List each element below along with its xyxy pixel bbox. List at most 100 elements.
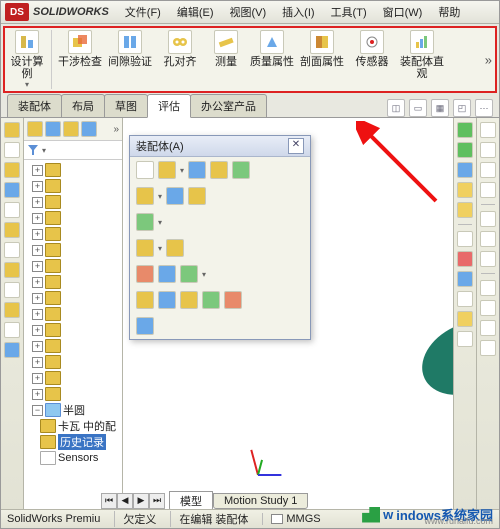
tab-sketch[interactable]: 草图 xyxy=(104,94,148,117)
tree-node[interactable]: + xyxy=(26,194,120,210)
rt2-rotate-icon[interactable] xyxy=(480,162,496,178)
ribbon-clearance[interactable]: 间隙验证 xyxy=(108,30,152,68)
view-tool-3[interactable]: ▦ xyxy=(431,99,449,117)
lt-icon-5[interactable] xyxy=(4,202,20,218)
ribbon-design-study[interactable]: 设计算例 ▾ xyxy=(9,30,45,89)
collapse-icon[interactable]: − xyxy=(32,405,43,416)
tab-layout[interactable]: 布局 xyxy=(61,94,105,117)
rt2-icon-5[interactable] xyxy=(480,211,496,227)
feature-tree[interactable]: + + + + + + + + + + + + + + + −半圆 卡瓦 中的配… xyxy=(24,160,122,519)
menu-view[interactable]: 视图(V) xyxy=(224,2,273,22)
lt-icon-7[interactable] xyxy=(4,242,20,258)
p-icon-17[interactable] xyxy=(180,291,198,309)
tab-assembly[interactable]: 装配体 xyxy=(7,94,62,117)
view-tool-5[interactable]: ⋯ xyxy=(475,99,493,117)
menu-help[interactable]: 帮助 xyxy=(432,2,466,22)
clip-icon[interactable] xyxy=(136,161,154,179)
doc-tab-motion[interactable]: Motion Study 1 xyxy=(213,493,308,509)
tree-node[interactable]: + xyxy=(26,354,120,370)
tree-node[interactable]: + xyxy=(26,242,120,258)
p-icon-3[interactable] xyxy=(188,161,206,179)
rt1-icon-6[interactable] xyxy=(457,231,473,247)
close-icon[interactable]: ✕ xyxy=(288,138,304,154)
rt1-icon-2[interactable] xyxy=(457,142,473,158)
expand-icon[interactable]: + xyxy=(32,261,43,272)
filter-icon[interactable] xyxy=(28,145,38,155)
chevron-right-icon[interactable]: » xyxy=(113,124,119,135)
p-icon-20[interactable] xyxy=(136,317,154,335)
tree-node[interactable]: + xyxy=(26,306,120,322)
p-icon-5[interactable] xyxy=(232,161,250,179)
rt1-icon-10[interactable] xyxy=(457,311,473,327)
lt-icon-1[interactable] xyxy=(4,122,20,138)
expand-icon[interactable]: + xyxy=(32,357,43,368)
rt2-pan-icon[interactable] xyxy=(480,182,496,198)
p-icon-7[interactable] xyxy=(166,187,184,205)
rt2-zoom-fit-icon[interactable] xyxy=(480,122,496,138)
tree-node[interactable]: 卡瓦 中的配 xyxy=(26,418,120,434)
lt-icon-11[interactable] xyxy=(4,322,20,338)
menu-file[interactable]: 文件(F) xyxy=(119,2,167,22)
p-icon-19[interactable] xyxy=(224,291,242,309)
tree-tab-prop-icon[interactable] xyxy=(45,121,61,137)
tree-node[interactable]: + xyxy=(26,226,120,242)
rt1-icon-1[interactable] xyxy=(457,122,473,138)
expand-icon[interactable]: + xyxy=(32,213,43,224)
tree-node[interactable]: −半圆 xyxy=(26,402,120,418)
p-icon-10[interactable] xyxy=(136,239,154,257)
rt2-icon-6[interactable] xyxy=(480,231,496,247)
view-tool-2[interactable]: ▭ xyxy=(409,99,427,117)
menu-tools[interactable]: 工具(T) xyxy=(325,2,373,22)
tree-node[interactable]: + xyxy=(26,274,120,290)
menu-insert[interactable]: 插入(I) xyxy=(276,2,320,22)
tree-node[interactable]: + xyxy=(26,370,120,386)
p-icon-13[interactable] xyxy=(158,265,176,283)
p-icon-6[interactable] xyxy=(136,187,154,205)
tree-node[interactable]: + xyxy=(26,162,120,178)
rt1-icon-4[interactable] xyxy=(457,182,473,198)
lt-icon-4[interactable] xyxy=(4,182,20,198)
tree-tab-config-icon[interactable] xyxy=(63,121,79,137)
tree-node-sensors[interactable]: Sensors xyxy=(26,450,120,466)
lt-icon-12[interactable] xyxy=(4,342,20,358)
lt-icon-10[interactable] xyxy=(4,302,20,318)
rt2-zoom-area-icon[interactable] xyxy=(480,142,496,158)
p-icon-9[interactable] xyxy=(136,213,154,231)
rt2-icon-9[interactable] xyxy=(480,300,496,316)
expand-icon[interactable]: + xyxy=(32,389,43,400)
expand-icon[interactable]: + xyxy=(32,245,43,256)
tab-evaluate[interactable]: 评估 xyxy=(147,94,191,118)
view-tool-1[interactable]: ◫ xyxy=(387,99,405,117)
scroll-prev-icon[interactable]: ◀ xyxy=(117,493,133,509)
tree-node[interactable]: + xyxy=(26,322,120,338)
tree-node[interactable]: + xyxy=(26,178,120,194)
rt1-icon-3[interactable] xyxy=(457,162,473,178)
lt-icon-6[interactable] xyxy=(4,222,20,238)
rt2-icon-11[interactable] xyxy=(480,340,496,356)
expand-icon[interactable]: + xyxy=(32,309,43,320)
lt-icon-3[interactable] xyxy=(4,162,20,178)
ribbon-interference[interactable]: 干涉检查 xyxy=(58,30,102,68)
lt-icon-8[interactable] xyxy=(4,262,20,278)
assembly-popup-toolbar[interactable]: 装配体(A) ✕ ▾ ▾ ▾ ▾ ▾ xyxy=(129,135,311,340)
ribbon-section-props[interactable]: 剖面属性 xyxy=(300,30,344,68)
scroll-last-icon[interactable]: ⏭ xyxy=(149,493,165,509)
p-icon-15[interactable] xyxy=(136,291,154,309)
scroll-first-icon[interactable]: ⏮ xyxy=(101,493,117,509)
expand-icon[interactable]: + xyxy=(32,341,43,352)
p-icon-12[interactable] xyxy=(136,265,154,283)
lt-icon-9[interactable] xyxy=(4,282,20,298)
tree-node[interactable]: + xyxy=(26,338,120,354)
menu-window[interactable]: 窗口(W) xyxy=(377,2,429,22)
lt-icon-2[interactable] xyxy=(4,142,20,158)
ribbon-sensors[interactable]: 传感器 xyxy=(350,30,394,68)
tree-node[interactable]: + xyxy=(26,258,120,274)
rt1-icon-7[interactable] xyxy=(457,251,473,267)
tab-office[interactable]: 办公室产品 xyxy=(190,94,267,117)
menu-edit[interactable]: 编辑(E) xyxy=(171,2,220,22)
view-tool-4[interactable]: ◰ xyxy=(453,99,471,117)
rt1-icon-9[interactable] xyxy=(457,291,473,307)
expand-icon[interactable]: + xyxy=(32,229,43,240)
tree-node[interactable]: + xyxy=(26,290,120,306)
tree-node[interactable]: + xyxy=(26,386,120,402)
